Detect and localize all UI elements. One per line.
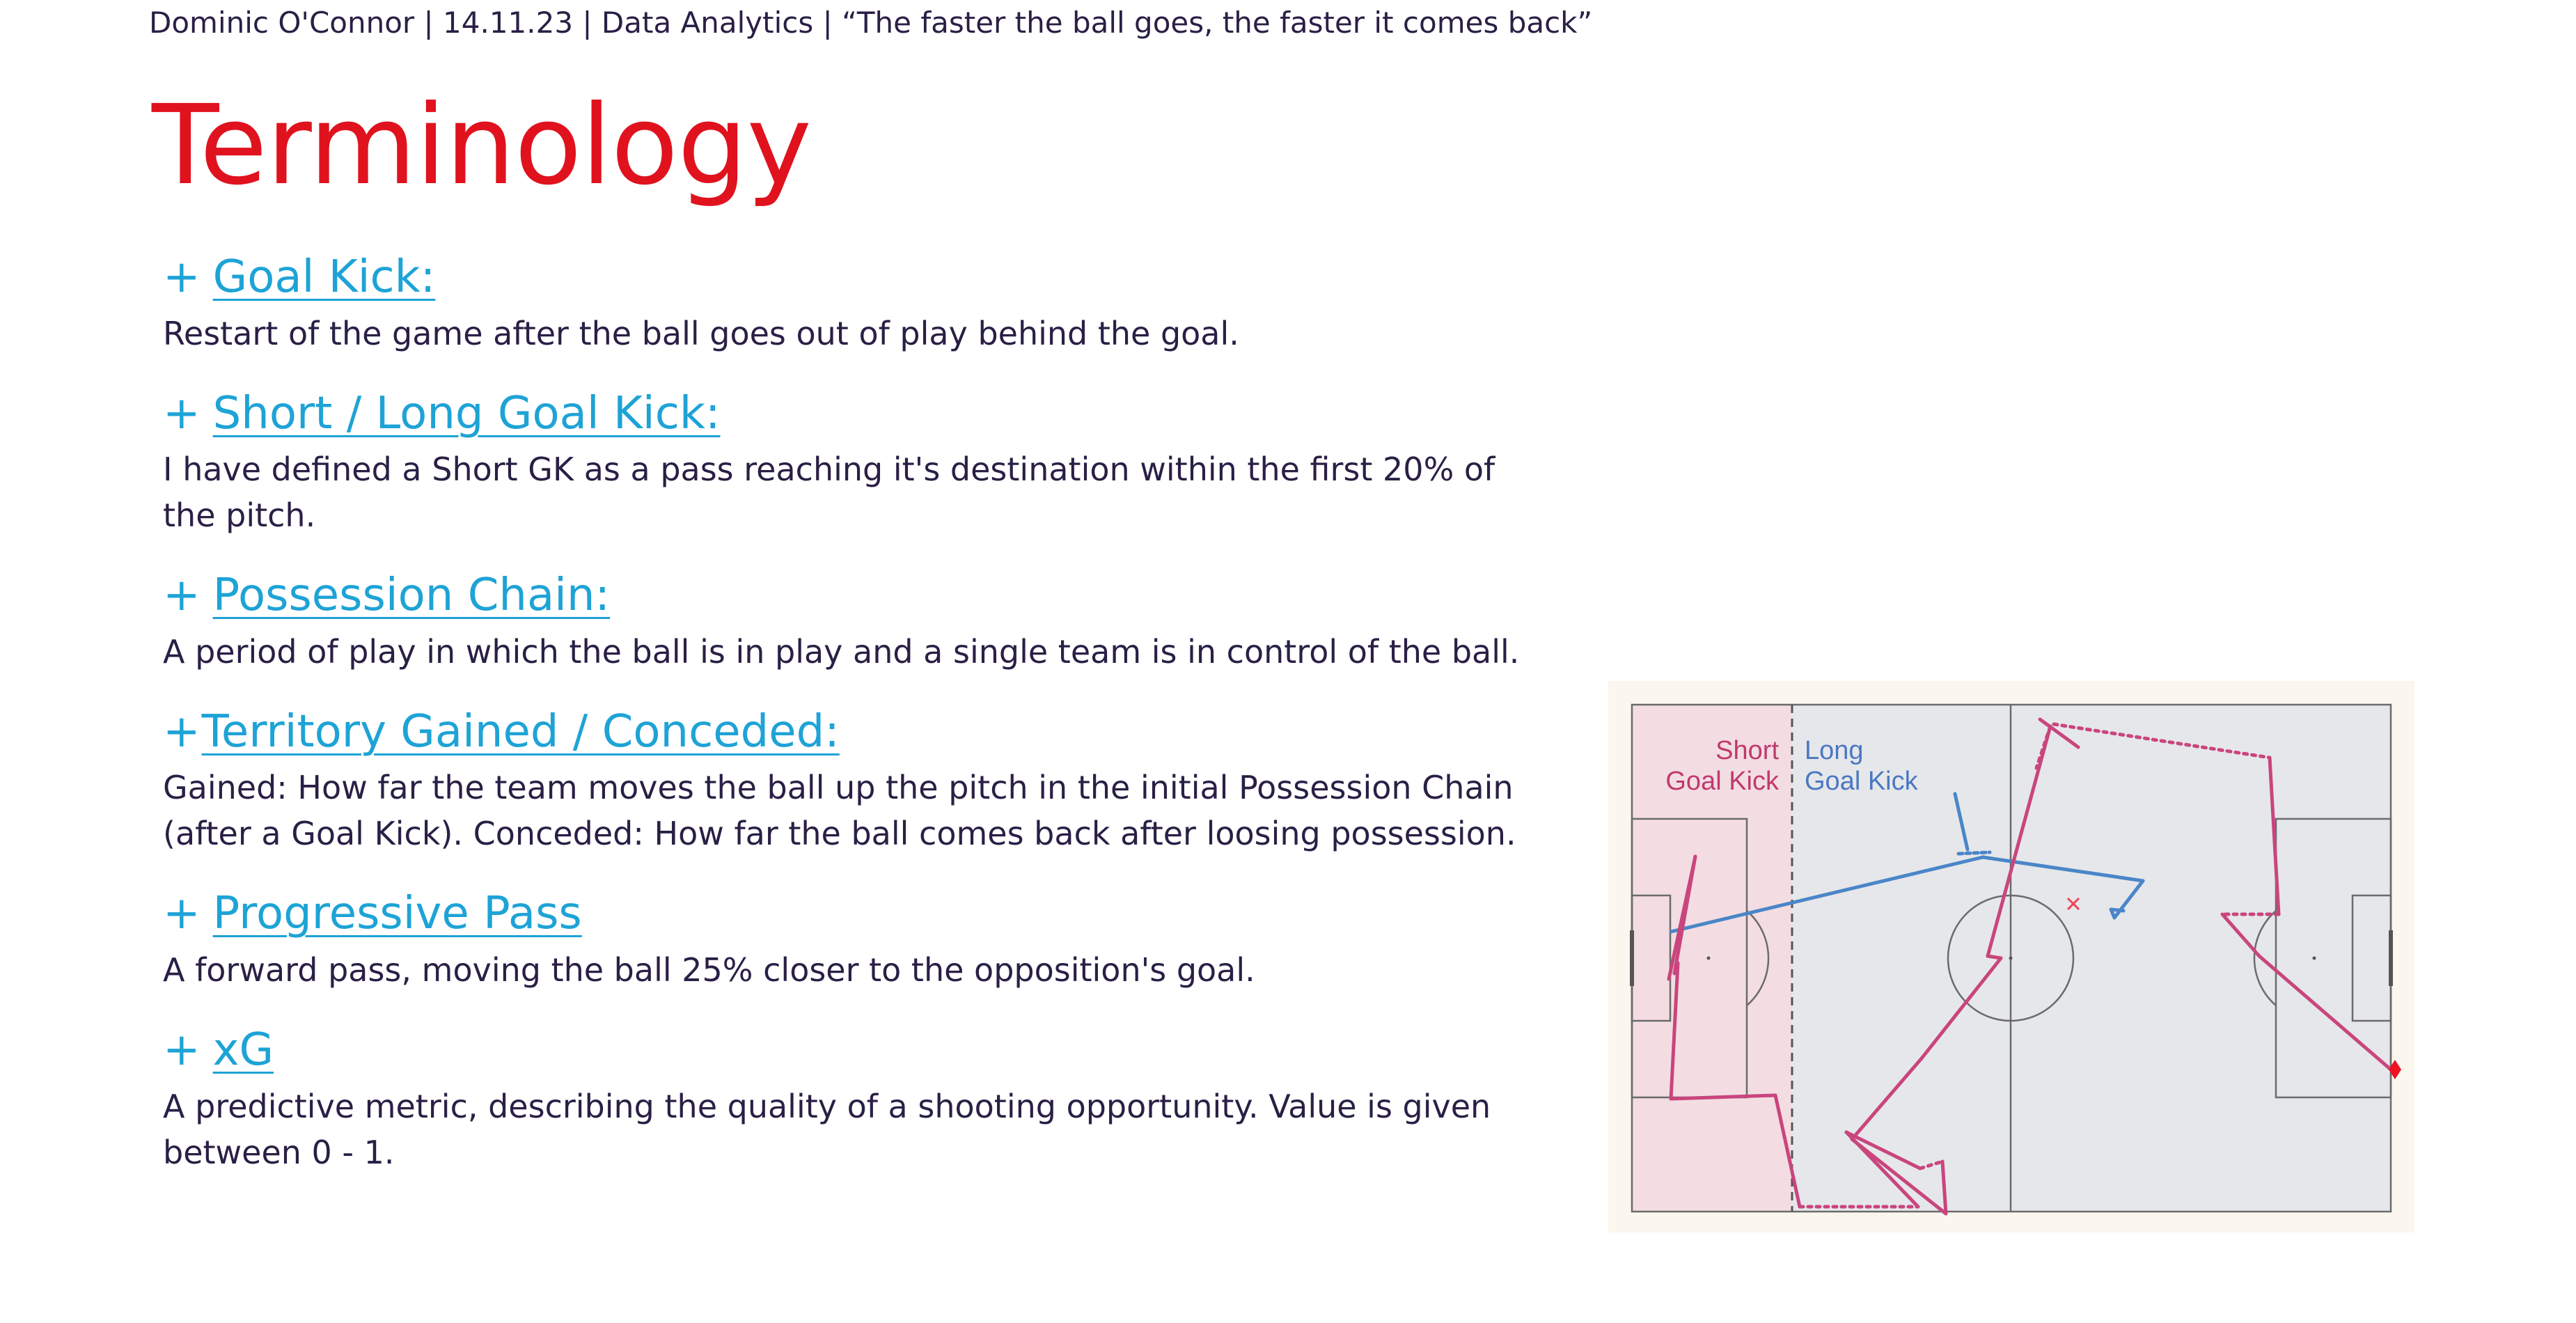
long-carry-1	[1956, 850, 1992, 856]
term-link-goal-kick[interactable]: Goal Kick:	[213, 251, 436, 303]
term-heading: + Goal Kick:	[163, 251, 1597, 304]
term-description: I have defined a Short GK as a pass reac…	[163, 451, 1495, 535]
term-link-progressive-pass[interactable]: Progressive Pass	[213, 888, 582, 940]
term-description: A predictive metric, describing the qual…	[163, 1087, 1491, 1171]
right-penalty-spot	[2312, 956, 2316, 960]
long-label-line1: Long	[1805, 736, 1864, 765]
term-heading: + Possession Chain:	[163, 570, 1597, 622]
plus-icon: +	[163, 888, 201, 940]
term-heading: + xG	[163, 1024, 1597, 1077]
plus-icon: +	[163, 1024, 201, 1076]
pitch-diagram: Short Goal Kick Long Goal Kick	[1608, 681, 2414, 1232]
term-description: A period of play in which the ball is in…	[163, 632, 1520, 671]
plus-icon: +	[163, 705, 201, 758]
term-heading: + Short / Long Goal Kick:	[163, 387, 1597, 440]
term-link-territory[interactable]: Territory Gained / Conceded:	[202, 706, 840, 758]
term-heading: + Progressive Pass	[163, 888, 1597, 940]
term-goal-kick: + Goal Kick: Restart of the game after th…	[163, 251, 1597, 357]
term-possession-chain: + Possession Chain: A period of play in w…	[163, 570, 1597, 675]
plus-icon: +	[163, 570, 201, 622]
short-label-line2: Goal Kick	[1665, 767, 1780, 796]
term-progressive-pass: + Progressive Pass A forward pass, moving…	[163, 888, 1597, 993]
term-heading: +Territory Gained / Conceded:	[163, 705, 1597, 758]
term-short-long-goal-kick: + Short / Long Goal Kick: I have defined …	[163, 387, 1597, 539]
short-label-line1: Short	[1715, 736, 1779, 765]
plus-icon: +	[163, 387, 201, 439]
pitch-svg: Short Goal Kick Long Goal Kick	[1630, 703, 2401, 1216]
term-description: Restart of the game after the ball goes …	[163, 314, 1239, 352]
plus-icon: +	[163, 251, 201, 303]
term-xg: + xG A predictive metric, describing the …	[163, 1024, 1597, 1175]
term-territory: +Territory Gained / Conceded: Gained: Ho…	[163, 705, 1597, 857]
header-line: Dominic O'Connor | 14.11.23 | Data Analy…	[149, 6, 1593, 40]
left-penalty-spot	[1706, 956, 1711, 960]
terminology-list: + Goal Kick: Restart of the game after th…	[163, 251, 1597, 1207]
short-pass-12	[1986, 954, 2003, 960]
term-link-short-long-goal-kick[interactable]: Short / Long Goal Kick:	[213, 388, 721, 439]
term-description: A forward pass, moving the ball 25% clos…	[163, 950, 1255, 989]
term-link-xg[interactable]: xG	[213, 1024, 274, 1076]
long-label-line2: Goal Kick	[1805, 767, 1919, 796]
centre-spot	[2009, 956, 2013, 960]
page-title: Terminology	[152, 81, 812, 210]
term-description: Gained: How far the team moves the ball …	[163, 769, 1516, 853]
term-link-possession-chain[interactable]: Possession Chain:	[213, 570, 610, 621]
